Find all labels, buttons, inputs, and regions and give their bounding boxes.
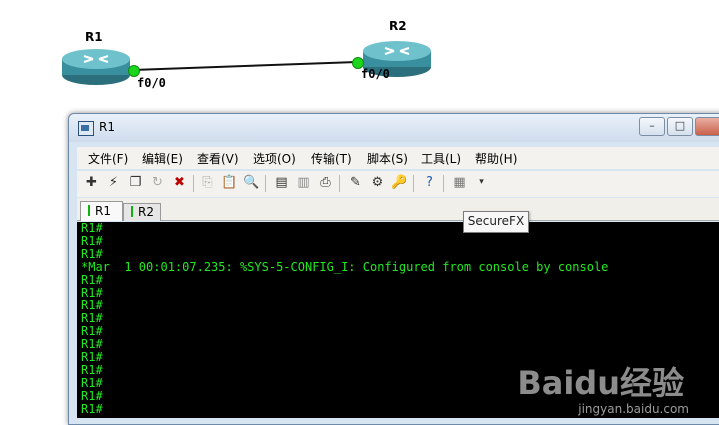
toolbar-separator (413, 175, 414, 192)
watermark-url: jingyan.baidu.com (578, 402, 689, 416)
r1-port-label: f0/0 (137, 76, 166, 90)
menu-options[interactable]: 选项(O) (253, 150, 296, 167)
terminal-line: R1# (81, 222, 103, 235)
tab-r2-label: R2 (138, 205, 154, 219)
menu-edit[interactable]: 编辑(E) (142, 150, 183, 167)
menu-bar: 文件(F) 编辑(E) 查看(V) 选项(O) 传输(T) 脚本(S) 工具(L… (77, 147, 719, 169)
menu-view[interactable]: 查看(V) (197, 150, 239, 167)
print-selection-icon[interactable]: ▥ (295, 174, 312, 191)
terminal-line: R1# (81, 233, 103, 248)
menu-file[interactable]: 文件(F) (88, 150, 128, 167)
menu-help[interactable]: 帮助(H) (475, 150, 517, 167)
menu-transfer[interactable]: 传输(T) (311, 150, 352, 167)
terminal-line: R1# (81, 311, 103, 326)
session-options-icon[interactable]: ✎ (347, 174, 364, 191)
r2-port-label: f0/0 (361, 67, 390, 81)
terminal-line: R1# (81, 272, 103, 287)
router-r2-label: R2 (389, 19, 407, 33)
link-r1-r2 (132, 61, 358, 71)
toolbar-separator (443, 175, 444, 192)
toolbar: ✚ ⚡ ❐ ↻ ✖ ⎘ 📋 🔍 ▤ ▥ ⎙ ✎ ⚙ 🔑 ? ▦ ▾ (77, 171, 719, 197)
paste-icon[interactable]: 📋 (221, 174, 238, 191)
global-options-icon[interactable]: ⚙ (369, 174, 386, 191)
tab-status-indicator (88, 205, 90, 216)
terminal-line: *Mar 1 00:01:07.235: %SYS-5-CONFIG_I: Co… (81, 259, 609, 274)
print-icon[interactable]: ⎙ (317, 174, 334, 191)
connect-in-tab-icon[interactable]: ❐ (127, 174, 144, 191)
toolbar-separator (265, 175, 266, 192)
tab-r1-label: R1 (95, 204, 111, 218)
router-r1-icon[interactable] (60, 47, 132, 87)
router-r1-label: R1 (85, 30, 103, 44)
help-icon[interactable]: ? (421, 174, 438, 191)
session-tab-bar: R1 R2 (77, 198, 719, 221)
menu-script[interactable]: 脚本(S) (367, 150, 408, 167)
tab-status-indicator (131, 206, 133, 217)
terminal-line: R1# (81, 324, 103, 339)
window-title: R1 (99, 120, 115, 134)
find-icon[interactable]: 🔍 (243, 174, 260, 191)
menu-tools[interactable]: 工具(L) (421, 150, 461, 167)
app-icon (78, 121, 94, 136)
tab-r2[interactable]: R2 (123, 203, 161, 221)
quick-connect-icon[interactable]: ⚡ (105, 174, 122, 191)
terminal-line: R1# (81, 337, 103, 352)
maximize-button[interactable]: □ (667, 117, 693, 136)
terminal-output[interactable]: R1# R1# R1# *Mar 1 00:01:07.235: %SYS-5-… (77, 222, 719, 418)
minimize-button[interactable]: – (639, 117, 665, 136)
disconnect-icon[interactable]: ✖ (171, 174, 188, 191)
toolbar-overflow-chevron-icon[interactable]: ▾ (473, 174, 490, 191)
keymap-icon[interactable]: 🔑 (391, 174, 408, 191)
baidu-watermark: Baidu经验 (517, 364, 684, 402)
terminal-line: R1# (81, 246, 103, 261)
close-button[interactable] (695, 117, 719, 136)
securefx-icon[interactable]: ▦ (451, 174, 468, 191)
securefx-tooltip: SecureFX (463, 211, 529, 233)
toolbar-separator (193, 175, 194, 192)
terminal-line: R1# (81, 285, 103, 300)
reconnect-icon[interactable]: ↻ (149, 174, 166, 191)
tab-r1[interactable]: R1 (80, 201, 123, 221)
connect-icon[interactable]: ✚ (83, 174, 100, 191)
window-titlebar[interactable]: R1 – □ (69, 114, 719, 142)
copy-icon[interactable]: ⎘ (199, 174, 216, 191)
print-screen-icon[interactable]: ▤ (273, 174, 290, 191)
toolbar-separator (339, 175, 340, 192)
terminal-line: R1# (81, 298, 103, 313)
